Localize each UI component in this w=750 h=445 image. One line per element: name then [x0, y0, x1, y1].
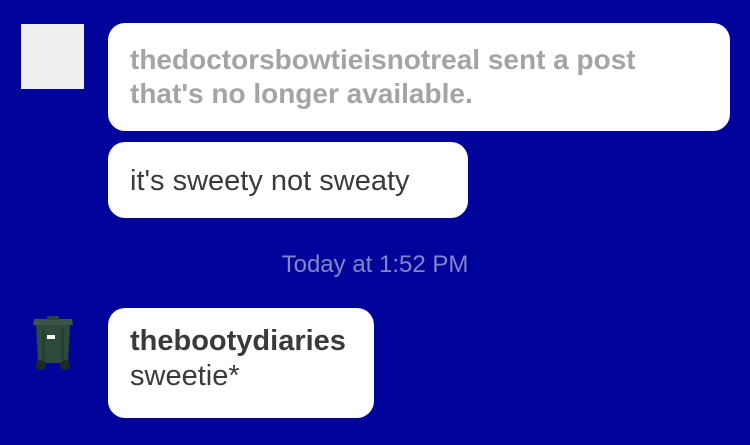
reply-text: sweetie*	[130, 360, 240, 392]
message-text: it's sweety not sweaty	[130, 165, 410, 197]
unavailable-post-bubble: thedoctorsbowtieisnotreal sent a post th…	[108, 23, 730, 131]
unavailable-post-text: thedoctorsbowtieisnotreal sent a post th…	[130, 44, 636, 109]
sender-avatar[interactable]	[21, 24, 84, 89]
timestamp: Today at 1:52 PM	[281, 251, 469, 278]
trash-bin-icon[interactable]	[31, 315, 75, 371]
reply-bubble: thebootydiaries sweetie*	[108, 308, 374, 418]
message-bubble: it's sweety not sweaty	[108, 142, 468, 218]
reply-username[interactable]: thebootydiaries	[130, 324, 354, 358]
